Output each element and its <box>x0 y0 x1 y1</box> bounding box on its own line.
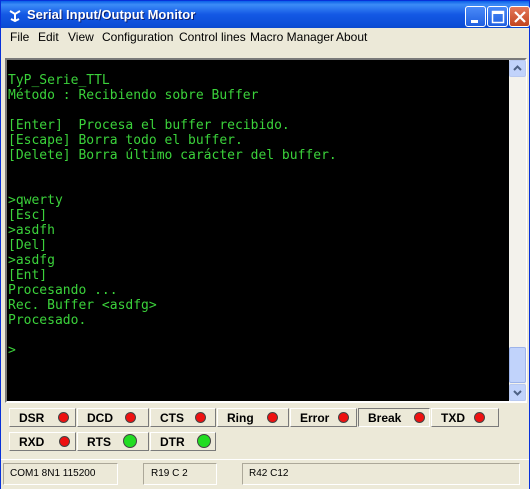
status-bar: COM1 8N1 115200 R19 C 2 R42 C12 <box>1 459 529 489</box>
terminal-line: >asdfh <box>8 223 55 238</box>
status-led-icon <box>59 436 70 447</box>
indicator-break[interactable]: Break <box>358 408 430 427</box>
minimize-icon <box>471 20 478 23</box>
minimize-button[interactable] <box>465 6 486 27</box>
indicator-error[interactable]: Error <box>290 408 357 427</box>
indicator-label: RTS <box>87 435 111 449</box>
terminal-line: Procesando ... <box>8 283 118 298</box>
status-led-icon <box>474 412 485 423</box>
terminal-line: [Delete] Borra último carácter del buffe… <box>8 148 337 163</box>
status-led-icon <box>58 412 69 423</box>
indicator-label: Ring <box>227 411 254 425</box>
menu-macro-manager[interactable]: Macro Manager <box>250 30 334 44</box>
menu-view[interactable]: View <box>68 30 94 44</box>
menu-edit[interactable]: Edit <box>38 30 59 44</box>
terminal-line: [Del] <box>8 238 48 253</box>
menu-file[interactable]: File <box>10 30 29 44</box>
terminal-line: Rec. Buffer <asdfg> <box>8 298 157 313</box>
indicator-label: DTR <box>160 435 185 449</box>
status-led-icon <box>125 412 136 423</box>
indicator-label: CTS <box>160 411 184 425</box>
indicator-label: Error <box>300 411 330 425</box>
vertical-scrollbar[interactable] <box>509 60 526 401</box>
terminal-line: >asdfg <box>8 253 55 268</box>
terminal-line: Método : Recibiendo sobre Buffer <box>8 88 259 103</box>
status-cursor: R19 C 2 <box>151 468 188 479</box>
terminal-line: Procesado. <box>8 313 87 328</box>
status-led-icon <box>414 412 425 423</box>
indicator-rxd[interactable]: RXD <box>9 432 76 451</box>
terminal-line: >qwerty <box>8 193 63 208</box>
indicator-ring[interactable]: Ring <box>217 408 289 427</box>
app-icon <box>9 10 21 23</box>
status-cursor-cell: R19 C 2 <box>143 463 217 485</box>
terminal-frame: TyP_Serie_TTL Método : Recibiendo sobre … <box>5 58 527 403</box>
status-size: R42 C12 <box>249 468 289 479</box>
indicator-cts[interactable]: CTS <box>150 408 216 427</box>
control-lines-panel: DSR DCD CTS Ring Error Break TXD RXD RTS… <box>5 406 527 454</box>
scroll-down-button[interactable] <box>509 384 526 401</box>
close-button[interactable] <box>509 6 530 27</box>
scroll-thumb[interactable] <box>509 347 526 383</box>
indicator-dtr[interactable]: DTR <box>150 432 216 451</box>
status-led-icon <box>195 412 206 423</box>
status-led-icon <box>123 434 137 448</box>
maximize-icon <box>491 10 505 24</box>
menu-about[interactable]: About <box>336 30 367 44</box>
terminal-line: > <box>8 343 16 358</box>
status-led-icon <box>197 434 211 448</box>
scroll-up-button[interactable] <box>509 60 526 77</box>
chevron-down-icon <box>513 390 522 396</box>
menu-configuration[interactable]: Configuration <box>102 30 173 44</box>
status-port-cell: COM1 8N1 115200 <box>3 463 118 485</box>
app-window: Serial Input/Output Monitor File Edit Vi… <box>0 0 530 489</box>
terminal-line: TyP_Serie_TTL <box>8 73 110 88</box>
terminal-line: [Enter] Procesa el buffer recibido. <box>8 118 290 133</box>
status-size-cell: R42 C12 <box>242 463 520 485</box>
indicator-rts[interactable]: RTS <box>77 432 149 451</box>
maximize-button[interactable] <box>487 6 508 27</box>
indicator-dsr[interactable]: DSR <box>9 408 76 427</box>
menu-control-lines[interactable]: Control lines <box>179 30 246 44</box>
terminal-line: [Ent] <box>8 268 48 283</box>
terminal-line: [Esc] <box>8 208 48 223</box>
terminal-line: [Escape] Borra todo el buffer. <box>8 133 243 148</box>
indicator-dcd[interactable]: DCD <box>77 408 149 427</box>
terminal-output[interactable]: TyP_Serie_TTL Método : Recibiendo sobre … <box>7 60 509 401</box>
close-icon <box>514 11 526 23</box>
indicator-txd[interactable]: TXD <box>431 408 499 427</box>
window-title: Serial Input/Output Monitor <box>27 7 196 22</box>
indicator-label: DSR <box>19 411 45 425</box>
indicator-label: DCD <box>87 411 113 425</box>
indicator-label: TXD <box>441 411 465 425</box>
indicator-label: Break <box>368 411 402 425</box>
status-port: COM1 8N1 115200 <box>10 468 96 479</box>
indicator-label: RXD <box>19 435 45 449</box>
status-led-icon <box>267 412 278 423</box>
menu-bar: File Edit View Configuration Control lin… <box>1 28 529 48</box>
status-led-icon <box>338 412 349 423</box>
title-bar[interactable]: Serial Input/Output Monitor <box>1 1 530 31</box>
chevron-up-icon <box>513 65 522 71</box>
